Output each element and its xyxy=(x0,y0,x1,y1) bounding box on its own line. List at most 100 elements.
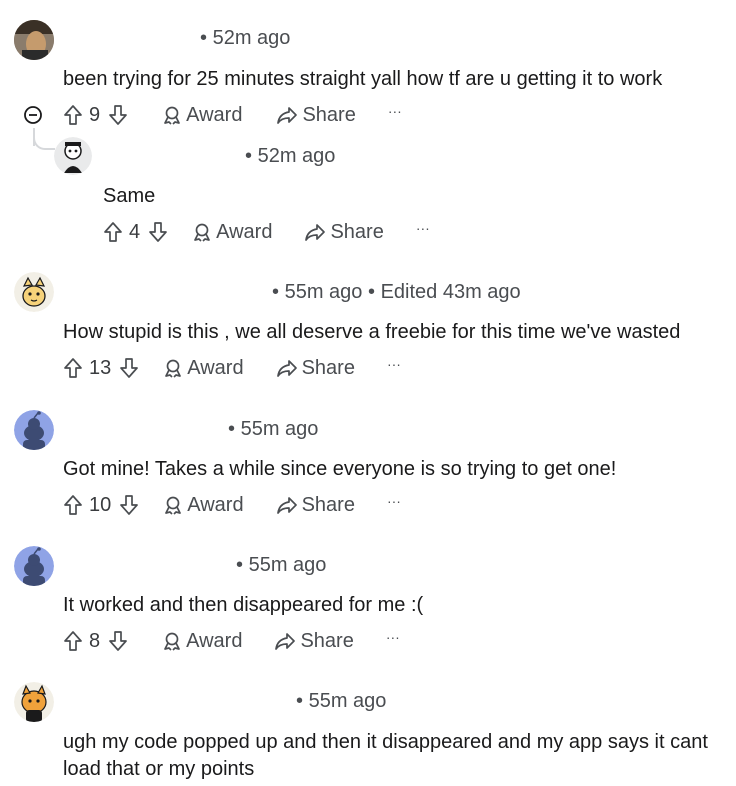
downvote-icon xyxy=(109,105,127,125)
avatar-image xyxy=(14,682,54,722)
upvote-icon xyxy=(64,358,82,378)
avatar-image xyxy=(54,137,92,175)
more-options-button[interactable]: ··· xyxy=(387,356,401,372)
separator-dot: • xyxy=(228,418,236,440)
more-options-button[interactable]: ··· xyxy=(386,629,400,645)
separator-dot: • xyxy=(200,27,208,49)
comment-time: 52m ago xyxy=(257,145,336,167)
separator-dot: • xyxy=(236,554,244,576)
separator-dot: • xyxy=(272,281,280,303)
avatar-image xyxy=(14,272,54,312)
award-button[interactable]: Award xyxy=(162,630,242,653)
edited-label: Edited 43m ago xyxy=(380,281,521,303)
award-label: Award xyxy=(216,220,273,243)
downvote-button[interactable] xyxy=(119,494,139,516)
downvote-button[interactable] xyxy=(108,104,128,126)
comment-actions: 9 Award Share ··· xyxy=(23,101,402,129)
downvote-icon xyxy=(120,495,139,515)
separator-dot: • xyxy=(296,690,304,712)
comment-time: 55m ago xyxy=(240,418,319,440)
share-label: Share xyxy=(300,629,354,652)
award-button[interactable]: Award xyxy=(163,493,244,517)
comment-actions: 4 Award Share ··· xyxy=(103,218,430,246)
award-icon xyxy=(165,359,182,378)
award-button[interactable]: Award xyxy=(163,356,244,380)
comment-body: Got mine! Takes a while since everyone i… xyxy=(63,458,617,480)
share-label: Share xyxy=(302,103,356,126)
upvote-icon xyxy=(64,631,82,651)
comment-body: Same xyxy=(103,185,156,207)
vote-score: 9 xyxy=(89,103,101,126)
separator-dot: • xyxy=(367,281,375,303)
share-icon xyxy=(276,360,297,377)
thread-connector xyxy=(33,128,55,150)
comment-body: been trying for 25 minutes straight yall… xyxy=(63,68,663,90)
collapse-icon xyxy=(24,106,42,124)
upvote-icon xyxy=(64,495,82,515)
comment-time: 52m ago xyxy=(212,27,291,49)
comment-time: 55m ago xyxy=(248,554,327,576)
comment-body: It worked and then disappeared for me :( xyxy=(63,594,424,616)
upvote-icon xyxy=(64,105,82,125)
share-icon xyxy=(276,497,297,514)
award-button[interactable]: Award xyxy=(162,104,242,127)
comment-time: 55m ago xyxy=(308,690,387,712)
award-label: Award xyxy=(186,103,243,126)
avatar[interactable] xyxy=(14,682,54,722)
comment-actions: 10 Award Share ··· xyxy=(63,491,401,519)
share-label: Share xyxy=(301,356,355,379)
award-button[interactable]: Award xyxy=(192,221,272,244)
avatar[interactable] xyxy=(14,272,54,312)
upvote-button[interactable] xyxy=(63,104,83,126)
comment-time: 55m ago xyxy=(284,281,363,303)
share-icon xyxy=(277,107,298,124)
comment-body: ugh my code popped up and then it disapp… xyxy=(63,731,708,780)
vote-score: 8 xyxy=(89,629,101,652)
more-options-button[interactable]: ··· xyxy=(416,220,430,236)
share-button[interactable]: Share xyxy=(276,357,355,380)
share-button[interactable]: Share xyxy=(274,629,354,653)
avatar-image xyxy=(14,410,54,450)
avatar[interactable] xyxy=(14,20,54,60)
downvote-button[interactable] xyxy=(108,630,128,652)
comment-actions: 13 Award Share ··· xyxy=(63,354,401,382)
share-label: Share xyxy=(301,493,355,516)
award-label: Award xyxy=(187,493,244,516)
avatar[interactable] xyxy=(54,137,92,175)
award-icon xyxy=(164,106,180,125)
award-icon xyxy=(164,632,180,651)
upvote-button[interactable] xyxy=(103,221,123,243)
share-button[interactable]: Share xyxy=(276,103,356,127)
vote-score: 10 xyxy=(89,493,112,516)
share-label: Share xyxy=(330,220,384,243)
separator-dot: • xyxy=(245,145,253,167)
avatar-image xyxy=(14,546,54,586)
upvote-button[interactable] xyxy=(63,630,83,652)
award-label: Award xyxy=(186,629,243,652)
downvote-button[interactable] xyxy=(119,357,139,379)
award-label: Award xyxy=(187,356,244,379)
downvote-button[interactable] xyxy=(148,221,168,243)
collapse-button[interactable] xyxy=(23,105,43,125)
avatar-image xyxy=(14,20,54,60)
more-options-button[interactable]: ··· xyxy=(388,103,402,119)
share-icon xyxy=(275,633,296,650)
comment-body: How stupid is this , we all deserve a fr… xyxy=(63,321,681,343)
vote-score: 13 xyxy=(89,356,112,379)
comment-actions: 8 Award Share ··· xyxy=(63,627,400,655)
share-icon xyxy=(305,224,326,241)
upvote-button[interactable] xyxy=(63,494,83,516)
vote-score: 4 xyxy=(129,220,141,243)
share-button[interactable]: Share xyxy=(304,220,384,244)
share-button[interactable]: Share xyxy=(276,494,355,517)
downvote-icon xyxy=(109,631,127,651)
award-icon xyxy=(194,223,210,242)
upvote-button[interactable] xyxy=(63,357,83,379)
avatar[interactable] xyxy=(14,546,54,586)
award-icon xyxy=(165,496,182,515)
downvote-icon xyxy=(149,222,167,242)
upvote-icon xyxy=(104,222,122,242)
avatar[interactable] xyxy=(14,410,54,450)
more-options-button[interactable]: ··· xyxy=(387,493,401,509)
downvote-icon xyxy=(120,358,139,378)
